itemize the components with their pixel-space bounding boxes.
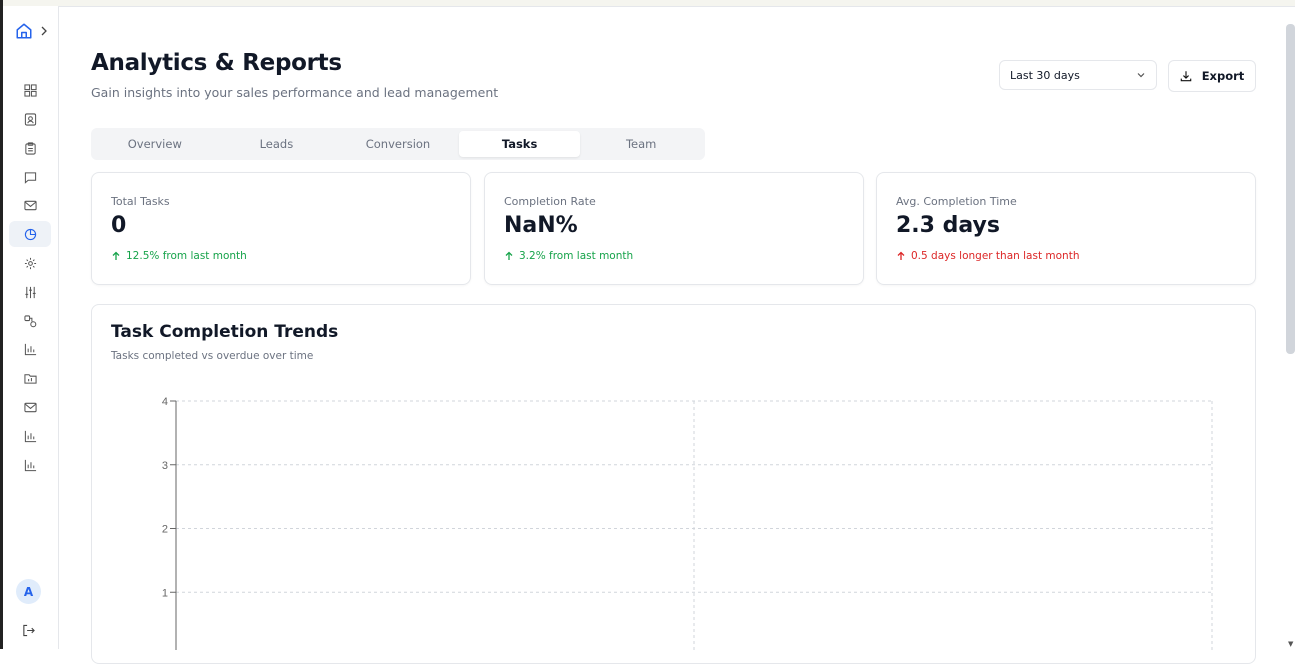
analytics-pie-icon <box>24 228 36 240</box>
sidebar-item-settings[interactable] <box>9 250 51 276</box>
export-label: Export <box>1201 69 1245 83</box>
sidebar-item-dashboard[interactable] <box>9 77 51 103</box>
report-tabs: Overview Leads Conversion Tasks Team <box>91 128 705 160</box>
stat-delta: 3.2% from last month <box>504 250 633 262</box>
sidebar-item-reports[interactable] <box>9 336 51 362</box>
task-trends-card: Task Completion Trends Tasks completed v… <box>91 304 1256 664</box>
task-trends-chart: 4 3 2 1 <box>162 396 1213 650</box>
sidebar: A <box>3 6 59 649</box>
chevron-right-icon[interactable] <box>40 26 48 36</box>
stat-label: Total Tasks <box>111 195 170 208</box>
sidebar-item-files[interactable] <box>9 365 51 391</box>
bar-chart-icon <box>24 459 36 471</box>
sidebar-item-analytics[interactable] <box>9 221 51 247</box>
window-top-bar <box>0 0 1295 7</box>
bar-chart-icon <box>24 343 36 355</box>
sidebar-item-contacts[interactable] <box>9 106 51 132</box>
export-button[interactable]: Export <box>1168 60 1256 92</box>
stat-delta: 12.5% from last month <box>111 250 247 262</box>
y-tick-label: 2 <box>162 524 168 536</box>
clipboard-icon <box>24 141 36 155</box>
download-icon <box>1180 71 1191 82</box>
sidebar-item-messages[interactable] <box>9 164 51 190</box>
sidebar-item-filters[interactable] <box>9 279 51 305</box>
date-range-select[interactable]: Last 30 days <box>999 60 1157 90</box>
contacts-icon <box>24 112 36 126</box>
avatar[interactable]: A <box>16 579 41 604</box>
sidebar-item-integrations[interactable] <box>9 308 51 334</box>
folder-icon <box>23 373 37 384</box>
tab-leads[interactable]: Leads <box>216 131 338 157</box>
sliders-icon <box>24 286 36 298</box>
stat-card-completion-rate: Completion Rate NaN% 3.2% from last mont… <box>484 172 864 285</box>
tab-conversion[interactable]: Conversion <box>337 131 459 157</box>
home-icon[interactable] <box>15 22 33 40</box>
stat-label: Avg. Completion Time <box>896 195 1017 208</box>
page-title: Analytics & Reports <box>91 50 342 76</box>
stat-card-total-tasks: Total Tasks 0 12.5% from last month <box>91 172 471 285</box>
scroll-down-arrow[interactable]: ▼ <box>1288 640 1293 648</box>
integrations-icon <box>23 314 36 327</box>
tab-team[interactable]: Team <box>580 131 702 157</box>
stat-delta: 0.5 days longer than last month <box>896 250 1080 262</box>
sidebar-item-mail[interactable] <box>9 192 51 218</box>
bar-chart-icon <box>24 430 36 442</box>
stat-label: Completion Rate <box>504 195 596 208</box>
sidebar-item-insights[interactable] <box>9 452 51 478</box>
tab-tasks[interactable]: Tasks <box>458 131 581 157</box>
stat-delta-text: 12.5% from last month <box>126 250 247 262</box>
arrow-up-icon <box>505 251 513 260</box>
logout-button[interactable] <box>22 622 35 641</box>
sidebar-item-stats[interactable] <box>9 423 51 449</box>
mail-icon <box>23 200 37 210</box>
sidebar-item-tasks[interactable] <box>9 135 51 161</box>
stat-value: 2.3 days <box>896 213 1000 238</box>
stat-delta-text: 0.5 days longer than last month <box>911 250 1080 262</box>
dashboard-icon <box>23 83 37 97</box>
sidebar-home-row[interactable] <box>15 22 48 40</box>
page-subtitle: Gain insights into your sales performanc… <box>91 85 499 100</box>
stat-delta-text: 3.2% from last month <box>519 250 634 262</box>
settings-gear-icon <box>24 257 36 269</box>
arrow-up-icon <box>897 251 905 260</box>
arrow-up-icon <box>112 251 120 260</box>
y-tick-label: 1 <box>162 587 168 599</box>
page-scrollbar[interactable] <box>1286 24 1295 354</box>
stat-card-avg-completion-time: Avg. Completion Time 2.3 days 0.5 days l… <box>876 172 1256 285</box>
sidebar-item-inbox[interactable] <box>9 394 51 420</box>
logout-icon <box>23 624 35 637</box>
y-tick-label: 4 <box>162 396 168 408</box>
mail-icon <box>23 402 37 412</box>
stat-value: 0 <box>111 213 127 238</box>
y-tick-label: 3 <box>162 460 168 472</box>
date-range-value: Last 30 days <box>1010 68 1080 82</box>
tab-overview[interactable]: Overview <box>94 131 216 157</box>
stat-value: NaN% <box>504 213 578 238</box>
chat-icon <box>24 171 36 184</box>
chevron-down-icon <box>1137 73 1145 78</box>
